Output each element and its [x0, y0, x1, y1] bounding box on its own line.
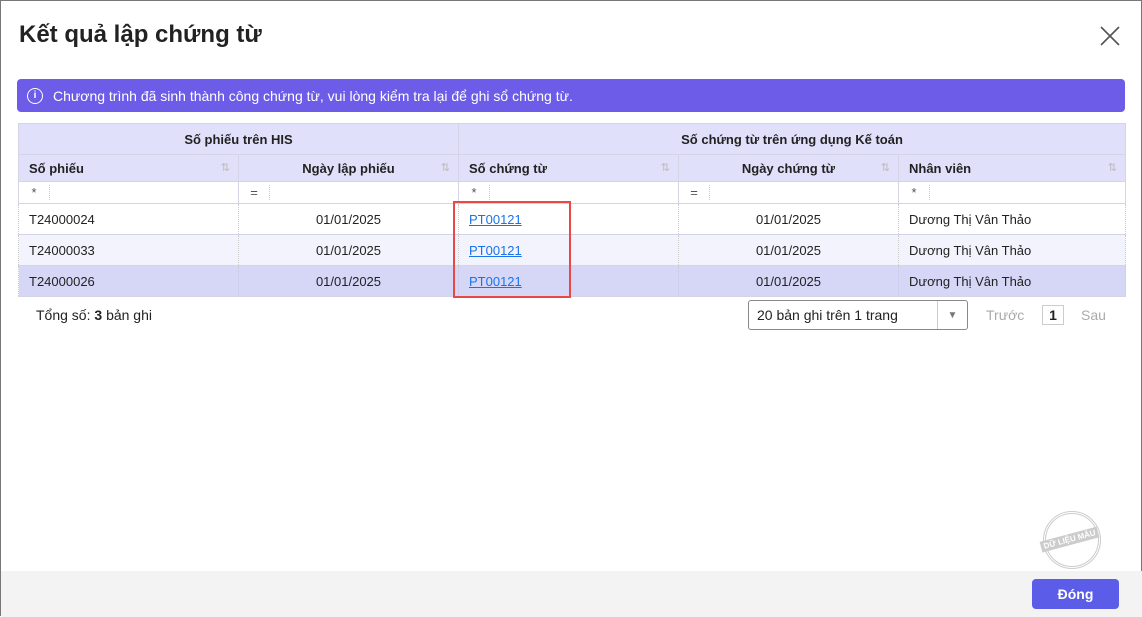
banner-text: Chương trình đã sinh thành công chứng từ…	[53, 87, 573, 104]
close-icon[interactable]	[1097, 23, 1123, 49]
col-nhan-vien[interactable]: Nhân viên ⇅	[897, 154, 1127, 182]
cell-nhan-vien: Dương Thị Vân Thảo	[897, 265, 1127, 297]
dialog-footer	[1, 571, 1142, 617]
group-header-accounting: Số chứng từ trên ứng dụng Kế toán	[457, 123, 1127, 155]
sample-data-stamp: DỮ LIỆU MẪU	[1039, 511, 1101, 569]
stamp-text: DỮ LIỆU MẪU	[1039, 526, 1100, 553]
cell-so-phieu: T24000024	[18, 203, 239, 235]
filter-operator[interactable]: =	[679, 185, 710, 200]
sort-icon[interactable]: ⇅	[1108, 161, 1117, 174]
col-ngay-lap-phieu[interactable]: Ngày lập phiếu ⇅	[238, 154, 459, 182]
col-label: Số chứng từ	[469, 160, 548, 176]
col-label: Ngày chứng từ	[741, 160, 836, 176]
cell-so-phieu: T24000026	[18, 265, 239, 297]
cell-ngay-ct: 01/01/2025	[678, 203, 899, 235]
col-label: Nhân viên	[909, 160, 972, 176]
col-so-chung-tu[interactable]: Số chứng từ ⇅	[458, 154, 679, 182]
total-unit: bản ghi	[106, 307, 152, 323]
total-records: Tổng số: 3 bản ghi	[36, 307, 152, 323]
sort-icon[interactable]: ⇅	[221, 161, 230, 174]
total-label: Tổng số:	[36, 307, 91, 323]
col-label: Số phiếu	[29, 160, 84, 176]
cell-ngay-lap: 01/01/2025	[238, 234, 459, 266]
filter-operator[interactable]: *	[19, 185, 50, 200]
filter-operator[interactable]: =	[239, 185, 270, 200]
group-header-his: Số phiếu trên HIS	[18, 123, 459, 155]
prev-page-button[interactable]: Trước	[986, 307, 1024, 323]
highlight-box	[453, 201, 571, 298]
table-row[interactable]: T24000033 01/01/2025 PT00121 01/01/2025 …	[18, 234, 1127, 266]
dialog-title: Kết quả lập chứng từ	[19, 21, 262, 48]
filter-operator[interactable]: *	[899, 185, 930, 200]
filter-operator[interactable]: *	[459, 185, 490, 200]
filter-so-phieu[interactable]: *	[18, 181, 239, 204]
success-banner: i Chương trình đã sinh thành công chứng …	[17, 79, 1125, 112]
sort-icon[interactable]: ⇅	[881, 161, 890, 174]
cell-ngay-lap: 01/01/2025	[238, 265, 459, 297]
col-so-phieu[interactable]: Số phiếu ⇅	[18, 154, 239, 182]
info-icon: i	[27, 87, 43, 104]
table-row[interactable]: T24000024 01/01/2025 PT00121 01/01/2025 …	[18, 203, 1127, 235]
table-row[interactable]: T24000026 01/01/2025 PT00121 01/01/2025 …	[18, 265, 1127, 297]
sort-icon[interactable]: ⇅	[441, 161, 450, 174]
filter-ngay-lap[interactable]: =	[238, 181, 459, 204]
cell-nhan-vien: Dương Thị Vân Thảo	[897, 234, 1127, 266]
close-button[interactable]: Đóng	[1032, 579, 1119, 609]
filter-ngay-ct[interactable]: =	[678, 181, 899, 204]
page-size-value: 20 bản ghi trên 1 trang	[757, 307, 898, 323]
cell-ngay-ct: 01/01/2025	[678, 265, 899, 297]
next-page-button[interactable]: Sau	[1081, 307, 1106, 323]
page-number[interactable]: 1	[1042, 305, 1064, 325]
cell-ngay-ct: 01/01/2025	[678, 234, 899, 266]
filter-nhan-vien[interactable]: *	[897, 181, 1127, 204]
total-count: 3	[94, 307, 103, 323]
cell-so-phieu: T24000033	[18, 234, 239, 266]
sort-icon[interactable]: ⇅	[661, 161, 670, 174]
chevron-down-icon[interactable]: ▼	[937, 301, 967, 329]
cell-nhan-vien: Dương Thị Vân Thảo	[897, 203, 1127, 235]
cell-ngay-lap: 01/01/2025	[238, 203, 459, 235]
col-ngay-chung-tu[interactable]: Ngày chứng từ ⇅	[678, 154, 899, 182]
col-label: Ngày lập phiếu	[302, 160, 395, 176]
page-size-select[interactable]: 20 bản ghi trên 1 trang ▼	[748, 300, 968, 330]
result-table: Số phiếu trên HIS Số chứng từ trên ứng d…	[18, 123, 1127, 297]
